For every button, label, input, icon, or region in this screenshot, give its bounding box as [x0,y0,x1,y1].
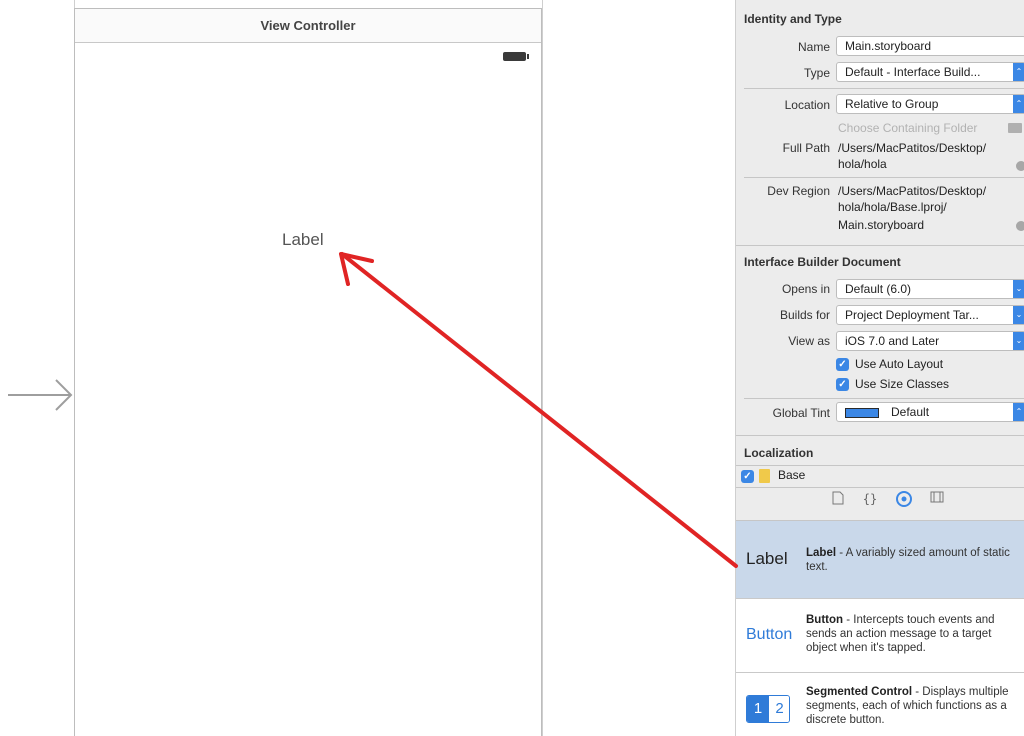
divider [736,487,1024,488]
name-label: Name [797,40,830,54]
global-tint-value: Default [891,405,930,419]
choose-folder-text: Choose Containing Folder [838,121,978,135]
full-path-label: Full Path [782,141,830,155]
builds-for-value: Project Deployment Tar... [845,308,979,322]
library-item-label[interactable]: Label Label - A variably sized amount of… [736,521,1024,599]
location-popup[interactable]: Relative to Group ⌃ [836,94,1024,114]
file-template-icon[interactable] [830,491,846,507]
reveal-in-finder-icon[interactable] [1016,161,1024,171]
reveal-in-finder-icon[interactable] [1016,221,1024,231]
opens-in-label: Opens in [781,282,830,296]
type-label: Type [803,66,830,80]
opens-in-value: Default (6.0) [845,282,912,296]
media-library-icon[interactable] [929,491,945,507]
base-localization-checkbox[interactable]: ✓ [741,470,754,483]
size-classes-label[interactable]: Use Size Classes [855,377,949,391]
popup-stepper-icon: ⌄ [1013,280,1024,298]
identity-type-header: Identity and Type [744,12,842,26]
label-description: Label - A variably sized amount of stati… [806,547,1010,573]
folder-icon[interactable] [1008,123,1022,133]
strings-file-icon [759,469,770,483]
library-item-segmented-control[interactable]: 1 2 Segmented Control - Displays multipl… [736,673,1024,736]
name-field[interactable]: Main.storyboard [836,36,1024,56]
divider [744,398,1024,399]
auto-layout-checkbox[interactable]: ✓ [836,358,849,371]
builds-for-popup[interactable]: Project Deployment Tar... ⌄ [836,305,1024,325]
library-item-button[interactable]: Button Button - Intercepts touch events … [736,599,1024,673]
auto-layout-label[interactable]: Use Auto Layout [855,357,943,371]
divider [736,465,1024,466]
storyboard-canvas[interactable]: View Controller Label [0,0,736,736]
divider [744,88,1024,89]
segment-1: 1 [747,696,769,722]
view-controller-scene[interactable]: View Controller [74,8,542,736]
code-snippet-icon[interactable]: {} [862,491,878,507]
label-preview: Label [746,549,788,568]
type-popup[interactable]: Default - Interface Build... ⌃ [836,62,1024,82]
scene-label[interactable]: Label [282,230,324,250]
global-tint-label: Global Tint [772,406,830,420]
size-classes-checkbox[interactable]: ✓ [836,378,849,391]
dev-region-line-3: Main.storyboard [838,218,925,232]
builds-for-label: Builds for [779,308,830,322]
dev-region-line-1: /Users/MacPatitos/Desktop/ [838,184,987,198]
object-library-list[interactable]: Label Label - A variably sized amount of… [736,520,1024,736]
location-popup-value: Relative to Group [845,97,939,111]
type-popup-value: Default - Interface Build... [845,65,981,79]
button-description: Button - Intercepts touch events and sen… [806,614,995,654]
full-path-line-1: /Users/MacPatitos/Desktop/ [838,141,987,155]
view-as-value: iOS 7.0 and Later [845,334,940,348]
canvas-guide-line [542,0,543,736]
popup-stepper-icon: ⌃ [1013,95,1024,113]
section-divider [736,435,1024,436]
view-as-popup[interactable]: iOS 7.0 and Later ⌄ [836,331,1024,351]
location-label: Location [784,98,830,112]
dev-region-label: Dev Region [767,184,830,198]
tint-color-swatch [845,407,879,418]
file-inspector: Identity and Type Name Main.storyboard T… [736,0,1024,736]
base-localization-label: Base [778,468,806,482]
initial-view-controller-arrow-icon[interactable] [6,378,76,412]
view-as-label: View as [788,334,830,348]
dev-region-line-2: hola/hola/Base.lproj/ [838,200,947,214]
popup-stepper-icon: ⌄ [1013,332,1024,350]
localization-header: Localization [744,446,814,460]
global-tint-popup[interactable]: Default ⌃ [836,402,1024,422]
ib-document-header: Interface Builder Document [744,255,901,269]
full-path-line-2: hola/hola [838,157,887,171]
segment-2: 2 [769,696,789,722]
object-library-icon[interactable] [896,491,912,507]
section-divider [736,245,1024,246]
scene-title-bar[interactable]: View Controller [75,9,541,43]
divider [744,177,1024,178]
popup-stepper-icon: ⌃ [1013,403,1024,421]
segmented-control-description: Segmented Control - Displays multiple se… [806,686,1009,726]
popup-stepper-icon: ⌃ [1013,63,1024,81]
battery-icon [503,52,529,61]
popup-stepper-icon: ⌄ [1013,306,1024,324]
button-preview: Button [746,626,793,643]
opens-in-popup[interactable]: Default (6.0) ⌄ [836,279,1024,299]
segmented-control-preview: 1 2 [746,695,790,723]
